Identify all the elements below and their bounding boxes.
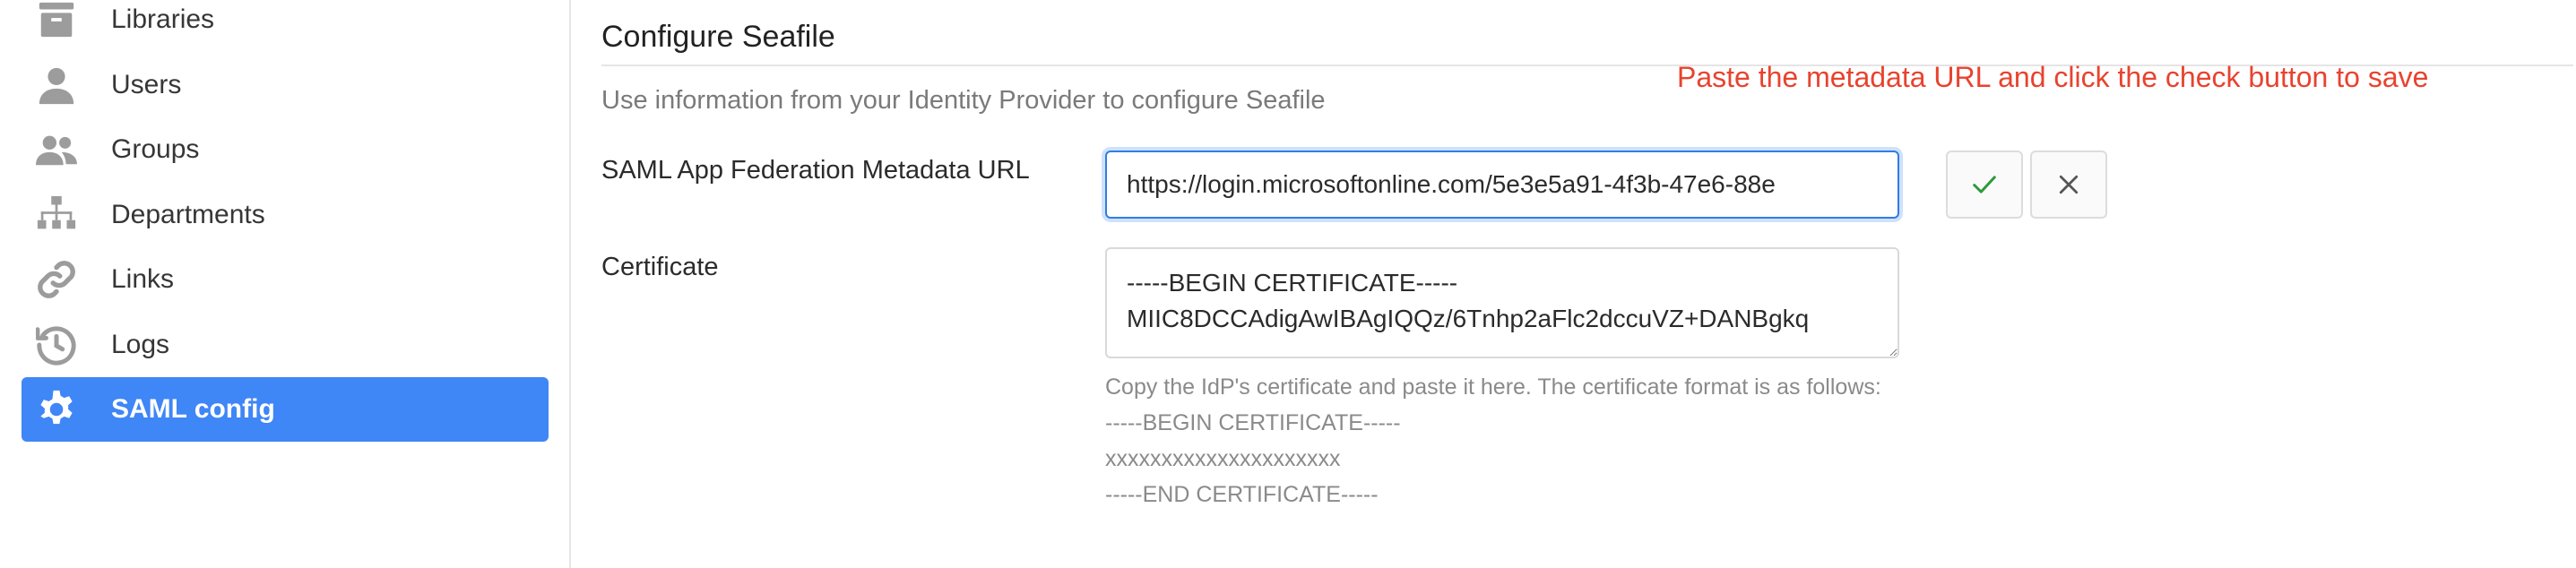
user-icon: [36, 65, 77, 106]
certificate-help: Copy the IdP's certificate and paste it …: [1105, 369, 1903, 512]
sidebar-item-label: SAML config: [111, 394, 275, 424]
sidebar-item-saml-config[interactable]: SAML config: [22, 377, 549, 442]
sidebar-item-logs[interactable]: Logs: [22, 313, 549, 377]
departments-icon: [36, 194, 77, 236]
intro-text: Use information from your Identity Provi…: [601, 86, 1326, 115]
main-content: Configure Seafile Paste the metadata URL…: [571, 0, 2576, 568]
sidebar-item-label: Departments: [111, 200, 265, 229]
sidebar-item-links[interactable]: Links: [22, 247, 549, 312]
certificate-help-end: -----END CERTIFICATE-----: [1105, 482, 1379, 507]
confirm-button[interactable]: [1946, 151, 2023, 219]
history-icon: [36, 324, 77, 366]
close-icon: [2059, 175, 2079, 194]
certificate-help-body: xxxxxxxxxxxxxxxxxxxxx: [1105, 446, 1341, 471]
sidebar-item-label: Links: [111, 264, 175, 294]
check-icon: [1973, 176, 1996, 194]
metadata-url-label: SAML App Federation Metadata URL: [601, 156, 1030, 185]
certificate-label: Certificate: [601, 253, 719, 281]
link-icon: [36, 259, 77, 300]
cancel-button[interactable]: [2030, 151, 2107, 219]
sidebar-item-libraries[interactable]: Libraries: [22, 0, 549, 52]
gear-icon: [36, 389, 77, 430]
sidebar-item-label: Groups: [111, 134, 200, 164]
groups-icon: [36, 129, 77, 170]
library-icon: [36, 0, 77, 40]
sidebar-item-groups[interactable]: Groups: [22, 117, 549, 182]
sidebar-item-label: Libraries: [111, 4, 215, 34]
metadata-url-input[interactable]: [1105, 151, 1899, 219]
certificate-help-intro: Copy the IdP's certificate and paste it …: [1105, 374, 1881, 400]
sidebar-item-users[interactable]: Users: [22, 53, 549, 117]
sidebar-item-departments[interactable]: Departments: [22, 183, 549, 247]
certificate-help-begin: -----BEGIN CERTIFICATE-----: [1105, 410, 1401, 435]
certificate-textarea[interactable]: -----BEGIN CERTIFICATE----- MIIC8DCCAdig…: [1105, 247, 1899, 358]
instruction-annotation: Paste the metadata URL and click the che…: [1677, 61, 2429, 93]
sidebar: Libraries Users Groups Departments Links…: [0, 0, 571, 568]
sidebar-item-label: Logs: [111, 330, 170, 359]
page-title: Configure Seafile: [601, 20, 835, 54]
sidebar-item-label: Users: [111, 70, 182, 99]
